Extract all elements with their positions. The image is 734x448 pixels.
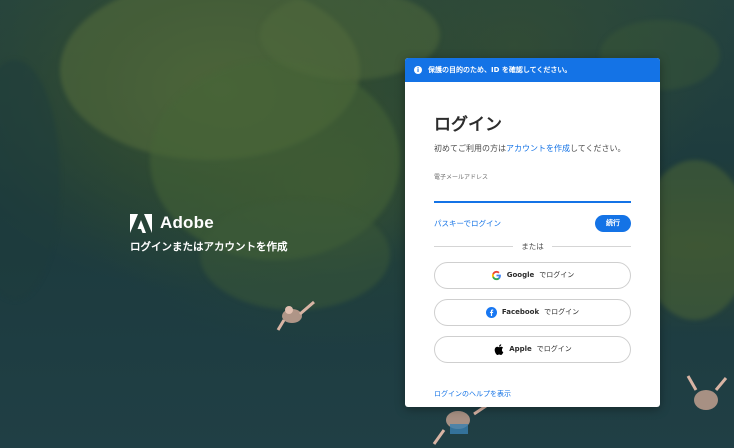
google-login-button[interactable]: Google でログイン (434, 261, 631, 289)
signup-prompt: 初めてご利用の方はアカウントを作成してください。 (434, 143, 631, 154)
security-banner: i 保護の目的のため、ID を確認してください。 (405, 58, 660, 82)
login-card: i 保護の目的のため、ID を確認してください。 ログイン 初めてご利用の方はア… (405, 58, 660, 407)
apple-icon (493, 343, 504, 355)
apple-login-button[interactable]: Apple でログイン (434, 335, 631, 363)
social-login-suffix: でログイン (536, 345, 572, 353)
brand-name: Adobe (160, 213, 214, 232)
facebook-login-button[interactable]: Facebook でログイン (434, 298, 631, 326)
banner-text: 保護の目的のため、ID を確認してください。 (428, 66, 572, 74)
adobe-logo-icon (130, 213, 152, 233)
divider-line (434, 245, 514, 247)
email-label: 電子メールアドレス (434, 174, 489, 181)
google-provider-label: Google (506, 271, 535, 279)
or-divider: または (434, 241, 631, 252)
google-icon (491, 270, 502, 281)
swimmer-figure (432, 404, 487, 445)
brand-block: Adobe ログインまたはアカウントを作成 (130, 213, 288, 254)
signup-prompt-prefix: 初めてご利用の方は (434, 144, 506, 153)
continue-button[interactable]: 続行 (595, 214, 631, 232)
social-login-suffix: でログイン (539, 271, 575, 279)
social-login-suffix: でログイン (544, 308, 580, 316)
swimmer-figure (686, 375, 728, 410)
apple-provider-label: Apple (509, 345, 532, 353)
divider-line (551, 245, 631, 247)
divider-text: または (521, 241, 544, 251)
signup-prompt-suffix: してください。 (570, 144, 626, 153)
swimmer-figure (276, 300, 315, 331)
facebook-icon (485, 306, 497, 318)
login-help-link[interactable]: ログインのヘルプを表示 (434, 389, 631, 399)
page-title: ログイン (434, 115, 502, 135)
brand-tagline: ログインまたはアカウントを作成 (130, 241, 288, 253)
info-icon: i (414, 66, 422, 74)
facebook-provider-label: Facebook (501, 308, 540, 316)
passkey-login-link[interactable]: パスキーでログイン (434, 218, 501, 229)
create-account-link[interactable]: アカウントを作成 (506, 144, 570, 153)
email-field[interactable] (434, 186, 631, 203)
